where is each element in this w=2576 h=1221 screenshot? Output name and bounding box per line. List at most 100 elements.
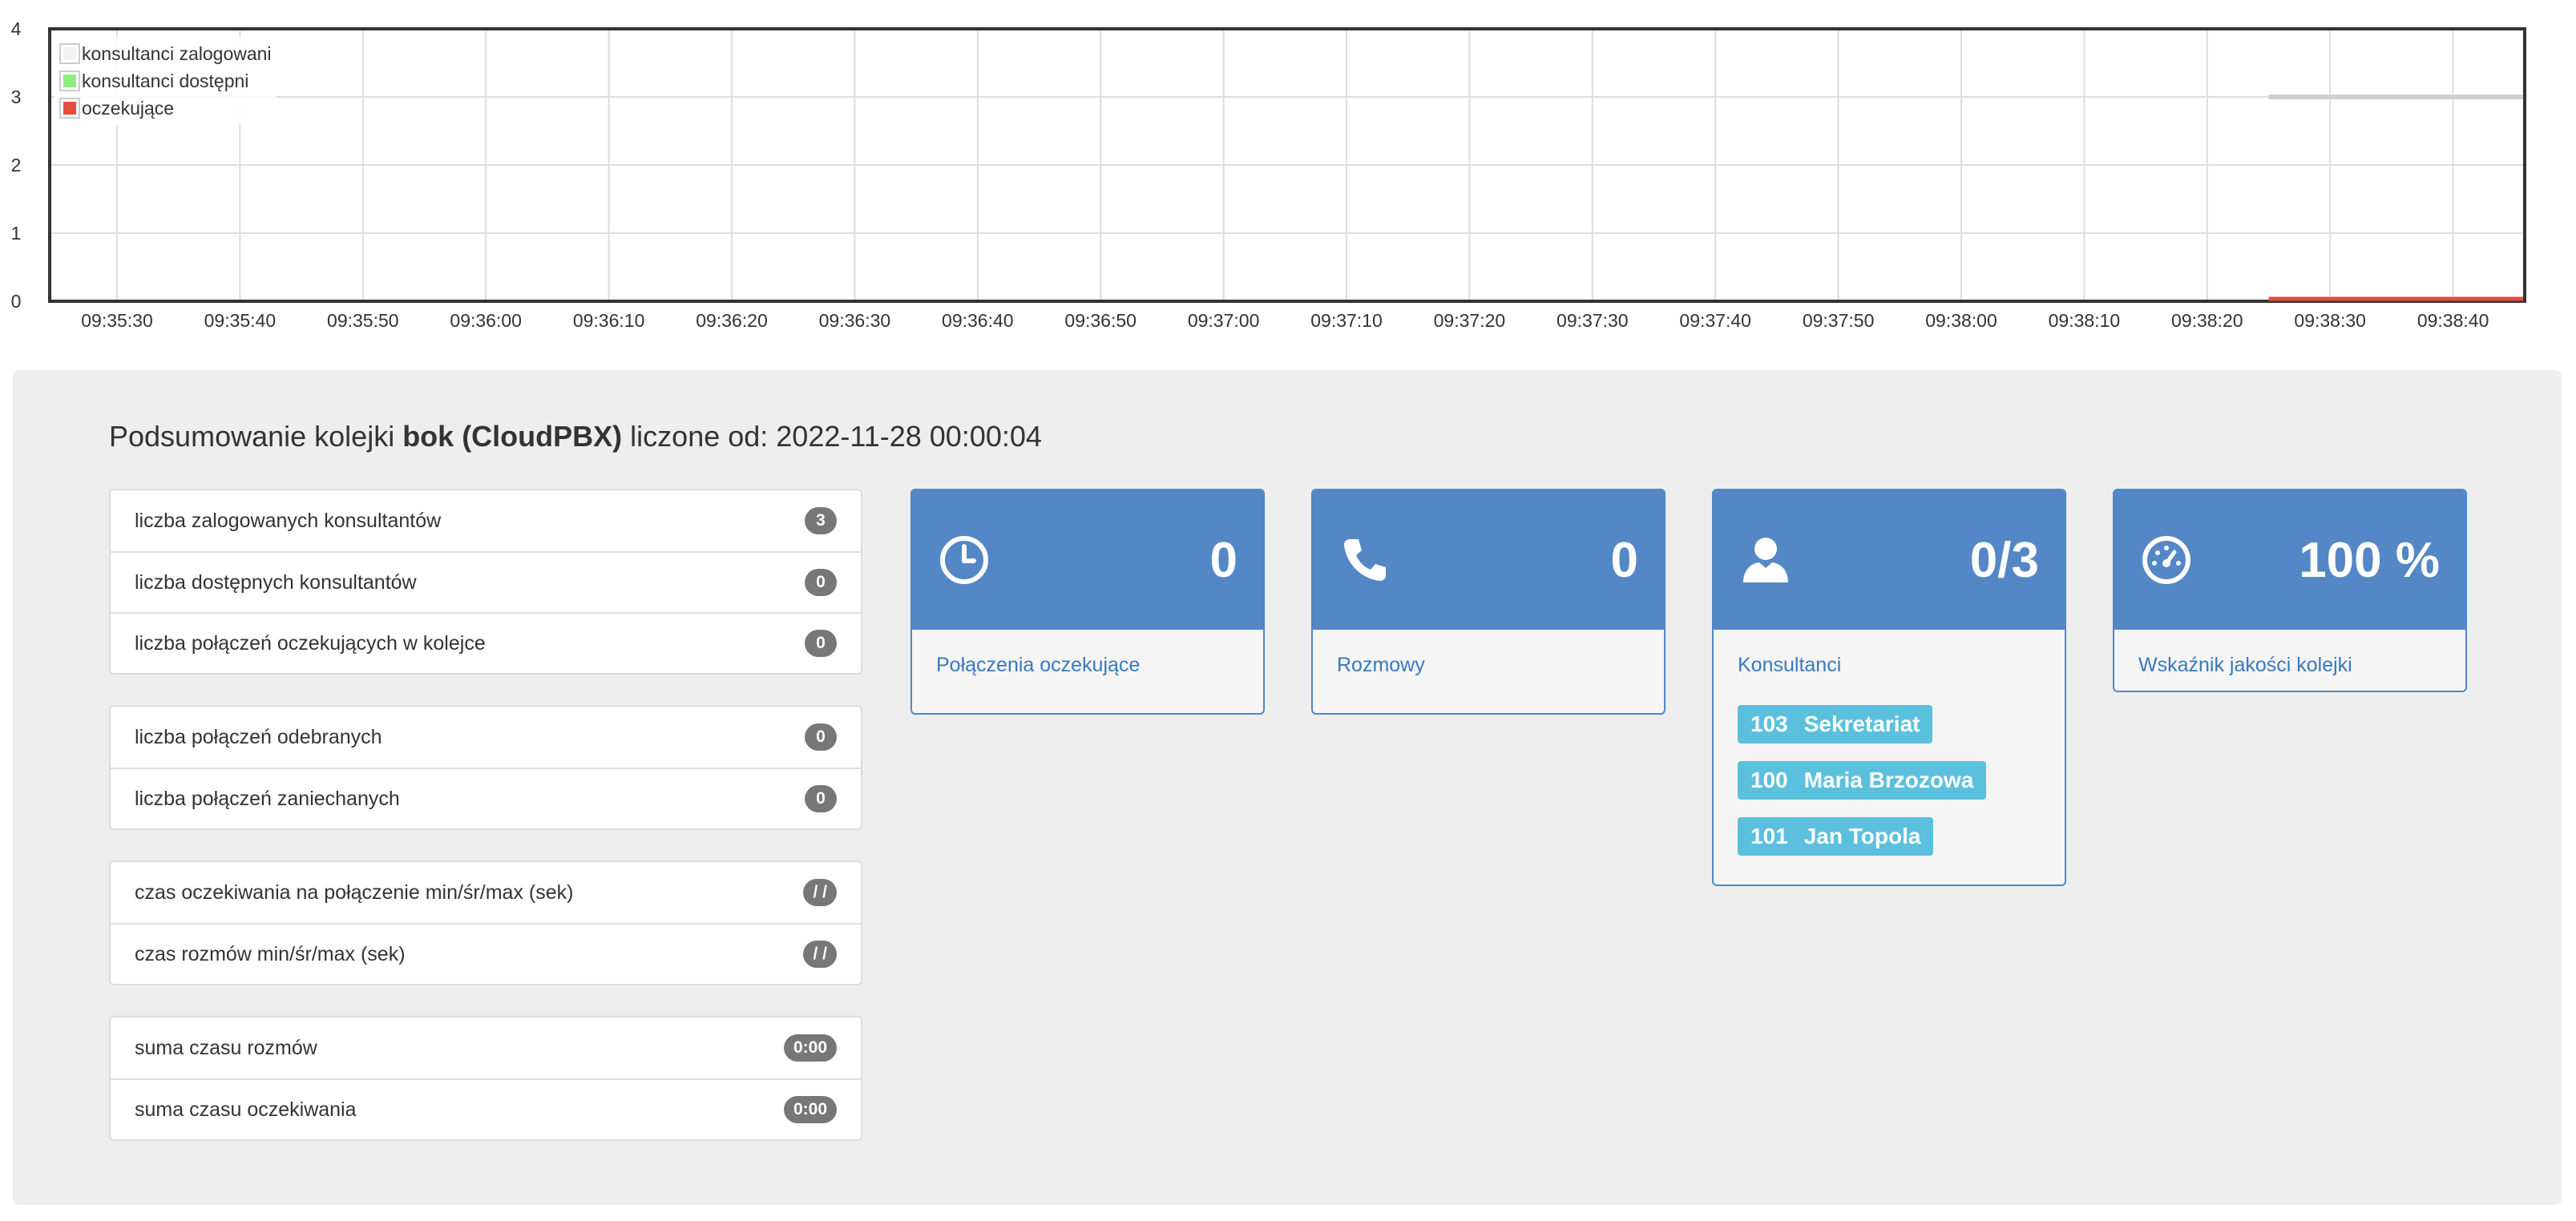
agent-ext: 103 [1750,711,1788,736]
stat-label: liczba zalogowanych konsultantów [135,509,442,532]
chart-x-tick-label: 09:38:00 [1925,310,1997,331]
legend-swatch-logged [59,43,80,64]
chart-x-tick-label: 09:36:20 [696,310,768,331]
stat-badge: / / [803,879,837,906]
gauge-icon [2140,534,2193,586]
tile-calls: 0 Rozmowy [1311,489,1666,715]
chart-x-tick-label: 09:35:30 [81,310,153,331]
chart-legend: konsultanci zalogowani konsultanci dostę… [55,37,277,125]
stat-badge: 0:00 [783,1096,837,1123]
tile-quality-header: 100 % [2114,490,2465,630]
chart-x-tick-label: 09:38:20 [2171,310,2243,331]
summary-title-prefix: Podsumowanie kolejki [109,420,403,453]
tile-calls-link[interactable]: Rozmowy [1337,649,1640,681]
chart-x-tick-label: 09:36:30 [819,310,891,331]
stat-badge: / / [803,941,837,968]
agent-ext: 100 [1750,768,1788,792]
list-item: czas rozmów min/śr/max (sek) / / [111,923,861,984]
chart-y-tick-label: 2 [11,155,22,175]
chart-x-tick-label: 09:37:00 [1188,310,1260,331]
summary-title: Podsumowanie kolejki bok (CloudPBX) licz… [109,420,1042,453]
tile-waiting-link[interactable]: Połączenia oczekujące [936,649,1239,681]
chart-x-tick-label: 09:37:30 [1557,310,1629,331]
legend-swatch-available [59,71,80,91]
tile-waiting-header: 0 [912,490,1263,630]
tile-agents-link[interactable]: Konsultanci [1738,649,2041,681]
stat-label: liczba połączeń zaniechanych [135,787,400,810]
agent-name: Sekretariat [1803,711,1920,736]
chart-x-tick-label: 09:35:40 [204,310,277,331]
tile-quality-link[interactable]: Wskaźnik jakości kolejki [2138,649,2441,681]
tile-agents-value: 0/3 [1969,532,2039,588]
tile-agents-header: 0/3 [1714,490,2065,630]
tile-quality: 100 % Wskaźnik jakości kolejki [2113,489,2467,692]
legend-label-logged: konsultanci zalogowani [82,42,272,64]
chart-y-tick-label: 3 [11,87,22,107]
agent-tag: 101 Jan Topola [1738,817,1934,856]
legend-item-logged[interactable]: konsultanci zalogowani [59,40,272,67]
list-item: liczba dostępnych konsultantów 0 [111,551,861,612]
summary-queue-name: bok (CloudPBX) [402,420,623,453]
queue-chart-svg: 0 1 2 3 4 09:35:30 09:35:40 09:35:50 09:36:00 09:… [11,18,2526,331]
queue-chart: 0 1 2 3 4 09:35:30 09:35:40 09:35:50 09:36:00 09:… [0,0,2576,353]
list-item: liczba połączeń zaniechanych 0 [111,768,861,828]
list-item: liczba połączeń odebranych 0 [111,707,861,768]
chart-x-tick-label: 09:36:50 [1064,310,1137,331]
chart-y-tick-label: 1 [11,223,22,244]
summary-title-suffix: liczone od: 2022-11-28 00:00:04 [622,420,1042,453]
chart-x-tick-label: 09:37:40 [1679,310,1751,331]
tile-quality-value: 100 % [2299,532,2440,588]
legend-label-available: konsultanci dostępni [82,70,249,91]
legend-item-waiting[interactable]: oczekujące [59,95,272,122]
stats-group-times: czas oczekiwania na połączenie min/śr/ma… [109,860,862,985]
list-item: liczba zalogowanych konsultantów 3 [111,490,861,551]
list-item: suma czasu oczekiwania 0:00 [111,1078,861,1139]
phone-icon [1338,534,1391,586]
chart-x-tick-label: 09:36:00 [450,310,522,331]
chart-y-tick-label: 4 [11,18,22,39]
list-item: czas oczekiwania na połączenie min/śr/ma… [111,862,861,923]
legend-label-waiting: oczekujące [82,97,175,119]
agent-name: Maria Brzozowa [1803,768,1974,792]
agent-tag: 100 Maria Brzozowa [1738,761,1987,800]
user-icon [1739,534,1792,586]
legend-item-available[interactable]: konsultanci dostępni [59,67,272,95]
chart-x-tick-label: 09:36:10 [573,310,645,331]
list-item: liczba połączeń oczekujących w kolejce 0 [111,612,861,673]
stat-label: liczba połączeń oczekujących w kolejce [135,631,486,655]
stat-badge: 0 [805,785,837,812]
tile-agents: 0/3 Konsultanci 103 Sekretariat 100 Maria … [1712,489,2066,886]
stat-label: liczba połączeń odebranych [135,725,382,748]
tile-waiting-calls: 0 Połączenia oczekujące [910,489,1265,715]
stats-group-calls: liczba połączeń odebranych 0 liczba połą… [109,705,862,830]
stat-badge: 0 [805,630,837,657]
chart-x-tick-label: 09:38:40 [2417,310,2489,331]
stat-label: suma czasu rozmów [135,1036,317,1059]
stat-label: czas oczekiwania na połączenie min/śr/ma… [135,880,574,904]
chart-x-tick-label: 09:38:30 [2294,310,2366,331]
tile-waiting-value: 0 [1209,532,1238,588]
agent-name: Jan Topola [1803,824,1921,848]
tile-calls-header: 0 [1313,490,1664,630]
chart-x-tick-label: 09:37:10 [1310,310,1383,331]
stat-label: suma czasu oczekiwania [135,1098,357,1121]
tile-calls-value: 0 [1610,532,1638,588]
chart-x-tick-label: 09:38:10 [2049,310,2121,331]
chart-x-tick-label: 09:37:20 [1434,310,1506,331]
agent-list: 103 Sekretariat 100 Maria Brzozowa 101 Jan … [1738,705,2041,873]
stat-label: liczba dostępnych konsultantów [135,570,417,594]
stat-badge: 0:00 [783,1034,837,1062]
legend-swatch-waiting [59,98,80,119]
stats-group-agents: liczba zalogowanych konsultantów 3 liczb… [109,489,862,675]
stat-badge: 0 [805,569,837,596]
list-item: suma czasu rozmów 0:00 [111,1018,861,1078]
chart-y-tick-label: 0 [11,291,22,312]
chart-x-tick-label: 09:36:40 [942,310,1014,331]
stat-badge: 0 [805,723,837,751]
stat-badge: 3 [805,507,837,534]
clock-icon [938,534,991,586]
agent-ext: 101 [1750,824,1788,848]
queue-summary-panel: Podsumowanie kolejki bok (CloudPBX) licz… [13,370,2562,1205]
stats-group-totals: suma czasu rozmów 0:00 suma czasu oczeki… [109,1016,862,1141]
chart-x-tick-label: 09:35:50 [327,310,399,331]
